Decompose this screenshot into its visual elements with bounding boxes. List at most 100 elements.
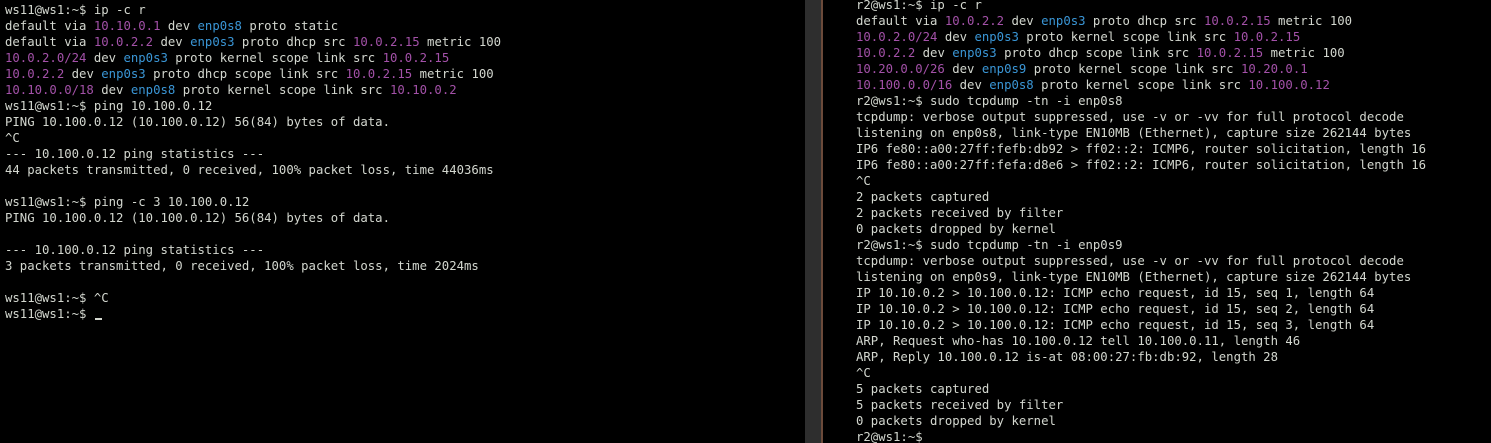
terminal-text: proto kernel scope link src xyxy=(175,83,390,97)
device-name: enp0s3 xyxy=(952,46,997,60)
device-name: enp0s8 xyxy=(130,83,176,97)
device-name: enp0s8 xyxy=(989,78,1034,92)
device-name: enp0s3 xyxy=(974,30,1019,44)
terminal-line: r2@ws1:~$ sudo tcpdump -tn -i enp0s8 xyxy=(856,93,1491,109)
terminal-line: 10.0.2.0/24 dev enp0s3 proto kernel scop… xyxy=(5,50,805,66)
terminal-text: 0 packets dropped by kernel xyxy=(856,222,1056,236)
terminal-text: proto kernel scope link src xyxy=(1018,30,1234,44)
terminal-text: dev xyxy=(64,67,102,81)
terminal-line: ws11@ws1:~$ ^C xyxy=(5,290,805,306)
terminal-text: metric 100 xyxy=(1263,46,1345,60)
terminal-text: --- 10.100.0.12 ping statistics --- xyxy=(5,147,265,161)
terminal-line: IP 10.10.0.2 > 10.100.0.12: ICMP echo re… xyxy=(856,317,1491,333)
terminal-text: listening on enp0s8, link-type EN10MB (E… xyxy=(856,126,1412,140)
ip-address: 10.0.2.15 xyxy=(382,51,450,65)
ip-address: 10.0.2.15 xyxy=(345,67,413,81)
ip-address: 10.0.2.2 xyxy=(944,14,1005,28)
terminal-line: listening on enp0s9, link-type EN10MB (E… xyxy=(856,269,1491,285)
terminal-line: 44 packets transmitted, 0 received, 100%… xyxy=(5,162,805,178)
terminal-text: dev xyxy=(160,19,198,33)
terminal-text: 2 packets captured xyxy=(856,190,990,204)
terminal-text: PING 10.100.0.12 (10.100.0.12) 56(84) by… xyxy=(5,211,390,225)
terminal-text: ^C xyxy=(856,366,871,380)
ip-address: 10.10.0.2 xyxy=(390,83,457,97)
terminal-line: r2@ws1:~$ sudo tcpdump -tn -i enp0s9 xyxy=(856,237,1491,253)
terminal-text: proto dhcp scope link src xyxy=(145,67,346,81)
terminal-text: default via xyxy=(5,19,94,33)
terminal-line: 5 packets received by filter xyxy=(856,397,1491,413)
ip-address: 10.0.2.2 xyxy=(5,67,65,81)
right-terminal-output[interactable]: r2@ws1:~$ ip -c r default via 10.0.2.2 de… xyxy=(823,0,1491,443)
terminal-text: metric 100 xyxy=(1270,14,1353,28)
ip-address: 10.20.0.0/26 xyxy=(856,62,945,76)
ip-address: 10.100.0.12 xyxy=(1248,78,1330,92)
terminal-text: 2 packets received by filter xyxy=(856,206,1064,220)
terminal-line: 10.0.2.2 dev enp0s3 proto dhcp scope lin… xyxy=(856,45,1491,61)
terminal-text: proto dhcp src xyxy=(1085,14,1204,28)
pane-gap xyxy=(805,0,821,443)
terminal-text: default via xyxy=(5,35,94,49)
terminal-line: ARP, Request who-has 10.100.0.12 tell 10… xyxy=(856,333,1491,349)
terminal-line: r2@ws1:~$ xyxy=(856,429,1491,443)
terminal-text: IP6 fe80::a00:27ff:fefb:db92 > ff02::2: … xyxy=(856,142,1427,156)
terminal-text: r2@ws1:~$ sudo tcpdump -tn -i enp0s8 xyxy=(856,94,1123,108)
terminal-line: --- 10.100.0.12 ping statistics --- xyxy=(5,146,805,162)
terminal-text: ws11@ws1:~$ xyxy=(5,307,94,321)
terminal-text: tcpdump: verbose output suppressed, use … xyxy=(856,110,1404,124)
terminal-line: ws11@ws1:~$ ping -c 3 10.100.0.12 xyxy=(5,194,805,210)
terminal-line: --- 10.100.0.12 ping statistics --- xyxy=(5,242,805,258)
terminal-line: ws11@ws1:~$ xyxy=(5,306,805,322)
ip-address: 10.0.2.0/24 xyxy=(856,30,938,44)
terminal-line: 10.10.0.0/18 dev enp0s8 proto kernel sco… xyxy=(5,82,805,98)
terminal-text: IP 10.10.0.2 > 10.100.0.12: ICMP echo re… xyxy=(856,302,1375,316)
terminal-text: r2@ws1:~$ ip -c r xyxy=(856,0,982,12)
left-terminal[interactable]: ws11@ws1:~$ ip -c r default via 10.10.0.1… xyxy=(0,0,805,443)
terminal-text: proto kernel scope link src xyxy=(167,51,383,65)
ip-address: 10.20.0.1 xyxy=(1241,62,1308,76)
ip-address: 10.0.2.15 xyxy=(1196,46,1264,60)
terminal-line: default via 10.10.0.1 dev enp0s8 proto s… xyxy=(5,18,805,34)
terminal-text: IP 10.10.0.2 > 10.100.0.12: ICMP echo re… xyxy=(856,318,1375,332)
terminal-line: 2 packets received by filter xyxy=(856,205,1491,221)
terminal-text: dev xyxy=(952,78,990,92)
terminal-text: proto kernel scope link src xyxy=(1033,78,1249,92)
terminal-line: ARP, Reply 10.100.0.12 is-at 08:00:27:fb… xyxy=(856,349,1491,365)
terminal-text: r2@ws1:~$ sudo tcpdump -tn -i enp0s9 xyxy=(856,238,1123,252)
terminal-line: 10.0.2.0/24 dev enp0s3 proto kernel scop… xyxy=(856,29,1491,45)
terminal-text: tcpdump: verbose output suppressed, use … xyxy=(856,254,1404,268)
terminal-line: default via 10.0.2.2 dev enp0s3 proto dh… xyxy=(5,34,805,50)
terminal-line: tcpdump: verbose output suppressed, use … xyxy=(856,109,1491,125)
ip-address: 10.0.2.2 xyxy=(856,46,916,60)
terminal-text: default via xyxy=(856,14,945,28)
terminal-text: metric 100 xyxy=(419,35,502,49)
terminal-text: ^C xyxy=(856,174,871,188)
terminal-text: IP 10.10.0.2 > 10.100.0.12: ICMP echo re… xyxy=(856,286,1375,300)
terminal-line: 5 packets captured xyxy=(856,381,1491,397)
terminal-text: 5 packets captured xyxy=(856,382,990,396)
device-name: enp0s3 xyxy=(190,35,235,49)
right-terminal[interactable]: r2@ws1:~$ ip -c r default via 10.0.2.2 de… xyxy=(823,0,1491,443)
terminal-line: tcpdump: verbose output suppressed, use … xyxy=(856,253,1491,269)
terminal-text: 3 packets transmitted, 0 received, 100% … xyxy=(5,259,479,273)
terminal-text: ws11@ws1:~$ ip -c r xyxy=(5,3,146,17)
left-terminal-output[interactable]: ws11@ws1:~$ ip -c r default via 10.10.0.1… xyxy=(0,0,805,322)
terminal-line: IP6 fe80::a00:27ff:fefa:d8e6 > ff02::2: … xyxy=(856,157,1491,173)
terminal-line: 3 packets transmitted, 0 received, 100% … xyxy=(5,258,805,274)
terminal-line: PING 10.100.0.12 (10.100.0.12) 56(84) by… xyxy=(5,210,805,226)
terminal-text: dev xyxy=(153,35,191,49)
terminal-line: ^C xyxy=(856,365,1491,381)
terminal-text: ^C xyxy=(5,131,20,145)
terminal-text: IP6 fe80::a00:27ff:fefa:d8e6 > ff02::2: … xyxy=(856,158,1427,172)
terminal-text: 5 packets received by filter xyxy=(856,398,1064,412)
terminal-line: listening on enp0s8, link-type EN10MB (E… xyxy=(856,125,1491,141)
terminal-text: ARP, Request who-has 10.100.0.12 tell 10… xyxy=(856,334,1301,348)
device-name: enp0s3 xyxy=(1041,14,1086,28)
terminal-line: r2@ws1:~$ ip -c r xyxy=(856,0,1491,13)
terminal-line: 10.20.0.0/26 dev enp0s9 proto kernel sco… xyxy=(856,61,1491,77)
ip-address: 10.0.2.0/24 xyxy=(5,51,87,65)
terminal-text: proto dhcp src xyxy=(234,35,353,49)
device-name: enp0s3 xyxy=(123,51,168,65)
terminal-line: ws11@ws1:~$ ping 10.100.0.12 xyxy=(5,98,805,114)
